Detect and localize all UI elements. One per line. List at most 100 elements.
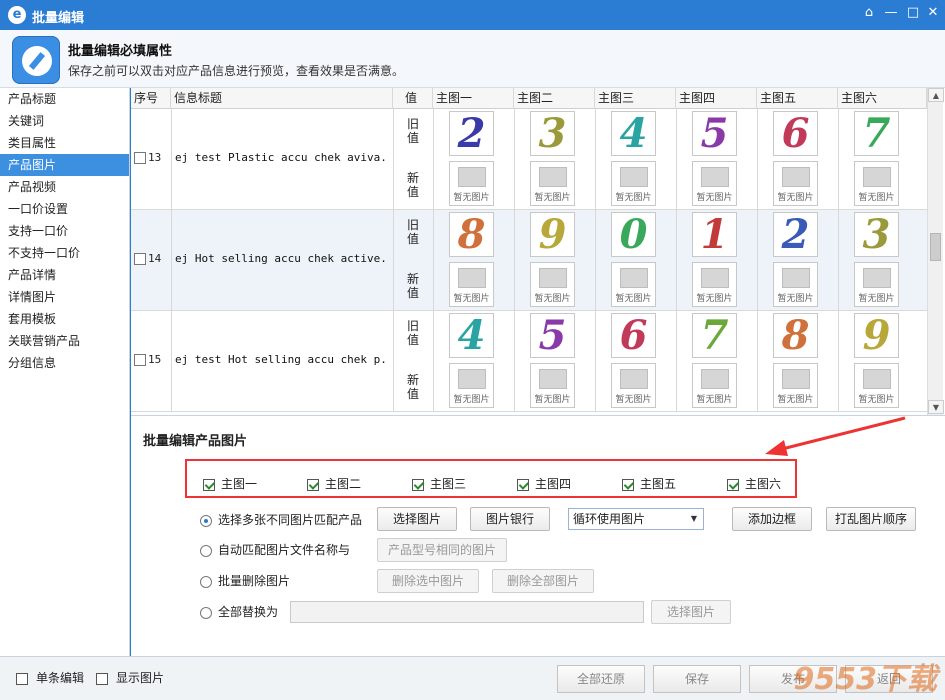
sidebar-item-template[interactable]: 套用模板: [0, 308, 129, 330]
row-checkbox[interactable]: [134, 253, 146, 265]
old-image-thumb[interactable]: 7: [854, 111, 899, 156]
old-image-thumb[interactable]: 8: [449, 212, 494, 257]
col-header-img1[interactable]: 主图一: [433, 88, 514, 109]
single-edit-checkbox[interactable]: 单条编辑: [16, 669, 84, 686]
checkbox-main-image-4[interactable]: 主图四: [517, 475, 571, 492]
delete-selected-button[interactable]: 删除选中图片: [377, 569, 479, 593]
old-image-thumb[interactable]: 3: [530, 111, 575, 156]
sidebar-item-details[interactable]: 产品详情: [0, 264, 129, 286]
checkbox-checked-icon[interactable]: [307, 478, 319, 491]
cycle-mode-select[interactable]: 循环使用图片 ▼: [568, 508, 704, 530]
checkbox-main-image-2[interactable]: 主图二: [307, 475, 361, 492]
old-image-thumb[interactable]: 5: [692, 111, 737, 156]
new-image-placeholder[interactable]: 暂无图片: [692, 161, 737, 206]
old-image-thumb[interactable]: 2: [449, 111, 494, 156]
checkbox-checked-icon[interactable]: [622, 478, 634, 491]
new-image-placeholder[interactable]: 暂无图片: [773, 262, 818, 307]
table-row[interactable]: 13 ej test Plastic accu chek aviva... 旧 值新…: [131, 109, 927, 210]
checkbox-main-image-5[interactable]: 主图五: [622, 475, 676, 492]
new-image-placeholder[interactable]: 暂无图片: [449, 363, 494, 408]
radio-auto-match-filename[interactable]: 自动匹配图片文件名称与: [200, 541, 350, 558]
col-header-img4[interactable]: 主图四: [676, 88, 757, 109]
sidebar-item-product-video[interactable]: 产品视频: [0, 176, 129, 198]
old-image-thumb[interactable]: 9: [854, 313, 899, 358]
checkbox-checked-icon[interactable]: [517, 478, 529, 491]
sidebar-item-support-fixed-price[interactable]: 支持一口价: [0, 220, 129, 242]
col-header-img3[interactable]: 主图三: [595, 88, 676, 109]
sidebar-item-product-images[interactable]: 产品图片: [0, 154, 129, 176]
replace-path-input[interactable]: [290, 601, 644, 623]
choose-image-button-2[interactable]: 选择图片: [651, 600, 731, 624]
checkbox-checked-icon[interactable]: [727, 478, 739, 491]
new-image-placeholder[interactable]: 暂无图片: [773, 161, 818, 206]
old-image-thumb[interactable]: 7: [692, 313, 737, 358]
checkbox-checked-icon[interactable]: [412, 478, 424, 491]
col-header-title[interactable]: 信息标题: [171, 88, 393, 109]
shuffle-images-button[interactable]: 打乱图片顺序: [826, 507, 916, 531]
sidebar-item-keywords[interactable]: 关键词: [0, 110, 129, 132]
row-checkbox[interactable]: [134, 152, 146, 164]
new-image-placeholder[interactable]: 暂无图片: [530, 262, 575, 307]
old-image-thumb[interactable]: 6: [773, 111, 818, 156]
col-header-no[interactable]: 序号: [131, 88, 171, 109]
new-image-placeholder[interactable]: 暂无图片: [611, 262, 656, 307]
old-image-thumb[interactable]: 9: [530, 212, 575, 257]
col-header-img5[interactable]: 主图五: [757, 88, 838, 109]
sidebar-item-title[interactable]: 产品标题: [0, 88, 129, 110]
table-scrollbar[interactable]: ▲ ▼: [927, 88, 944, 415]
scrollbar-thumb[interactable]: [930, 233, 941, 261]
restore-all-button[interactable]: 全部还原: [557, 665, 645, 693]
sidebar-item-related-marketing[interactable]: 关联营销产品: [0, 330, 129, 352]
delete-all-button[interactable]: 删除全部图片: [492, 569, 594, 593]
radio-replace-all[interactable]: 全部替换为: [200, 603, 278, 620]
table-row[interactable]: 14 ej Hot selling accu chek active... 旧 值新…: [131, 210, 927, 311]
radio-multi-match[interactable]: 选择多张不同图片匹配产品: [200, 511, 362, 528]
radio-bulk-delete[interactable]: 批量删除图片: [200, 572, 290, 589]
show-images-checkbox[interactable]: 显示图片: [96, 669, 164, 686]
new-image-placeholder[interactable]: 暂无图片: [854, 161, 899, 206]
row-checkbox[interactable]: [134, 354, 146, 366]
new-image-placeholder[interactable]: 暂无图片: [692, 262, 737, 307]
table-row[interactable]: 15 ej test Hot selling accu chek p... 旧 值新…: [131, 311, 927, 412]
sidebar-item-no-fixed-price[interactable]: 不支持一口价: [0, 242, 129, 264]
old-image-thumb[interactable]: 3: [854, 212, 899, 257]
new-image-placeholder[interactable]: 暂无图片: [449, 262, 494, 307]
old-image-thumb[interactable]: 1: [692, 212, 737, 257]
old-image-thumb[interactable]: 4: [449, 313, 494, 358]
new-image-placeholder[interactable]: 暂无图片: [611, 161, 656, 206]
new-image-placeholder[interactable]: 暂无图片: [854, 262, 899, 307]
new-image-placeholder[interactable]: 暂无图片: [773, 363, 818, 408]
checkbox-unchecked-icon[interactable]: [96, 672, 108, 685]
sidebar-item-detail-images[interactable]: 详情图片: [0, 286, 129, 308]
sidebar-item-fixed-price[interactable]: 一口价设置: [0, 198, 129, 220]
checkbox-main-image-1[interactable]: 主图一: [203, 475, 257, 492]
same-model-images-button[interactable]: 产品型号相同的图片: [377, 538, 507, 562]
scroll-down-arrow-icon[interactable]: ▼: [928, 400, 944, 414]
old-image-thumb[interactable]: 0: [611, 212, 656, 257]
old-image-thumb[interactable]: 5: [530, 313, 575, 358]
col-header-img2[interactable]: 主图二: [514, 88, 595, 109]
col-header-value[interactable]: 值: [393, 88, 433, 109]
close-button[interactable]: ✕: [920, 2, 945, 24]
image-bank-button[interactable]: 图片银行: [470, 507, 550, 531]
old-image-thumb[interactable]: 6: [611, 313, 656, 358]
sidebar-item-category-attrs[interactable]: 类目属性: [0, 132, 129, 154]
radio-unselected-icon[interactable]: [200, 575, 212, 588]
old-image-thumb[interactable]: 8: [773, 313, 818, 358]
scroll-up-arrow-icon[interactable]: ▲: [928, 88, 944, 102]
choose-image-button[interactable]: 选择图片: [377, 507, 457, 531]
new-image-placeholder[interactable]: 暂无图片: [530, 363, 575, 408]
save-button[interactable]: 保存: [653, 665, 741, 693]
radio-selected-icon[interactable]: [200, 514, 212, 527]
sidebar-item-group-info[interactable]: 分组信息: [0, 352, 129, 374]
col-header-img6[interactable]: 主图六: [838, 88, 927, 109]
old-image-thumb[interactable]: 2: [773, 212, 818, 257]
add-border-button[interactable]: 添加边框: [732, 507, 812, 531]
old-image-thumb[interactable]: 4: [611, 111, 656, 156]
checkbox-main-image-6[interactable]: 主图六: [727, 475, 781, 492]
radio-unselected-icon[interactable]: [200, 544, 212, 557]
new-image-placeholder[interactable]: 暂无图片: [692, 363, 737, 408]
new-image-placeholder[interactable]: 暂无图片: [530, 161, 575, 206]
checkbox-checked-icon[interactable]: [203, 478, 215, 491]
new-image-placeholder[interactable]: 暂无图片: [449, 161, 494, 206]
